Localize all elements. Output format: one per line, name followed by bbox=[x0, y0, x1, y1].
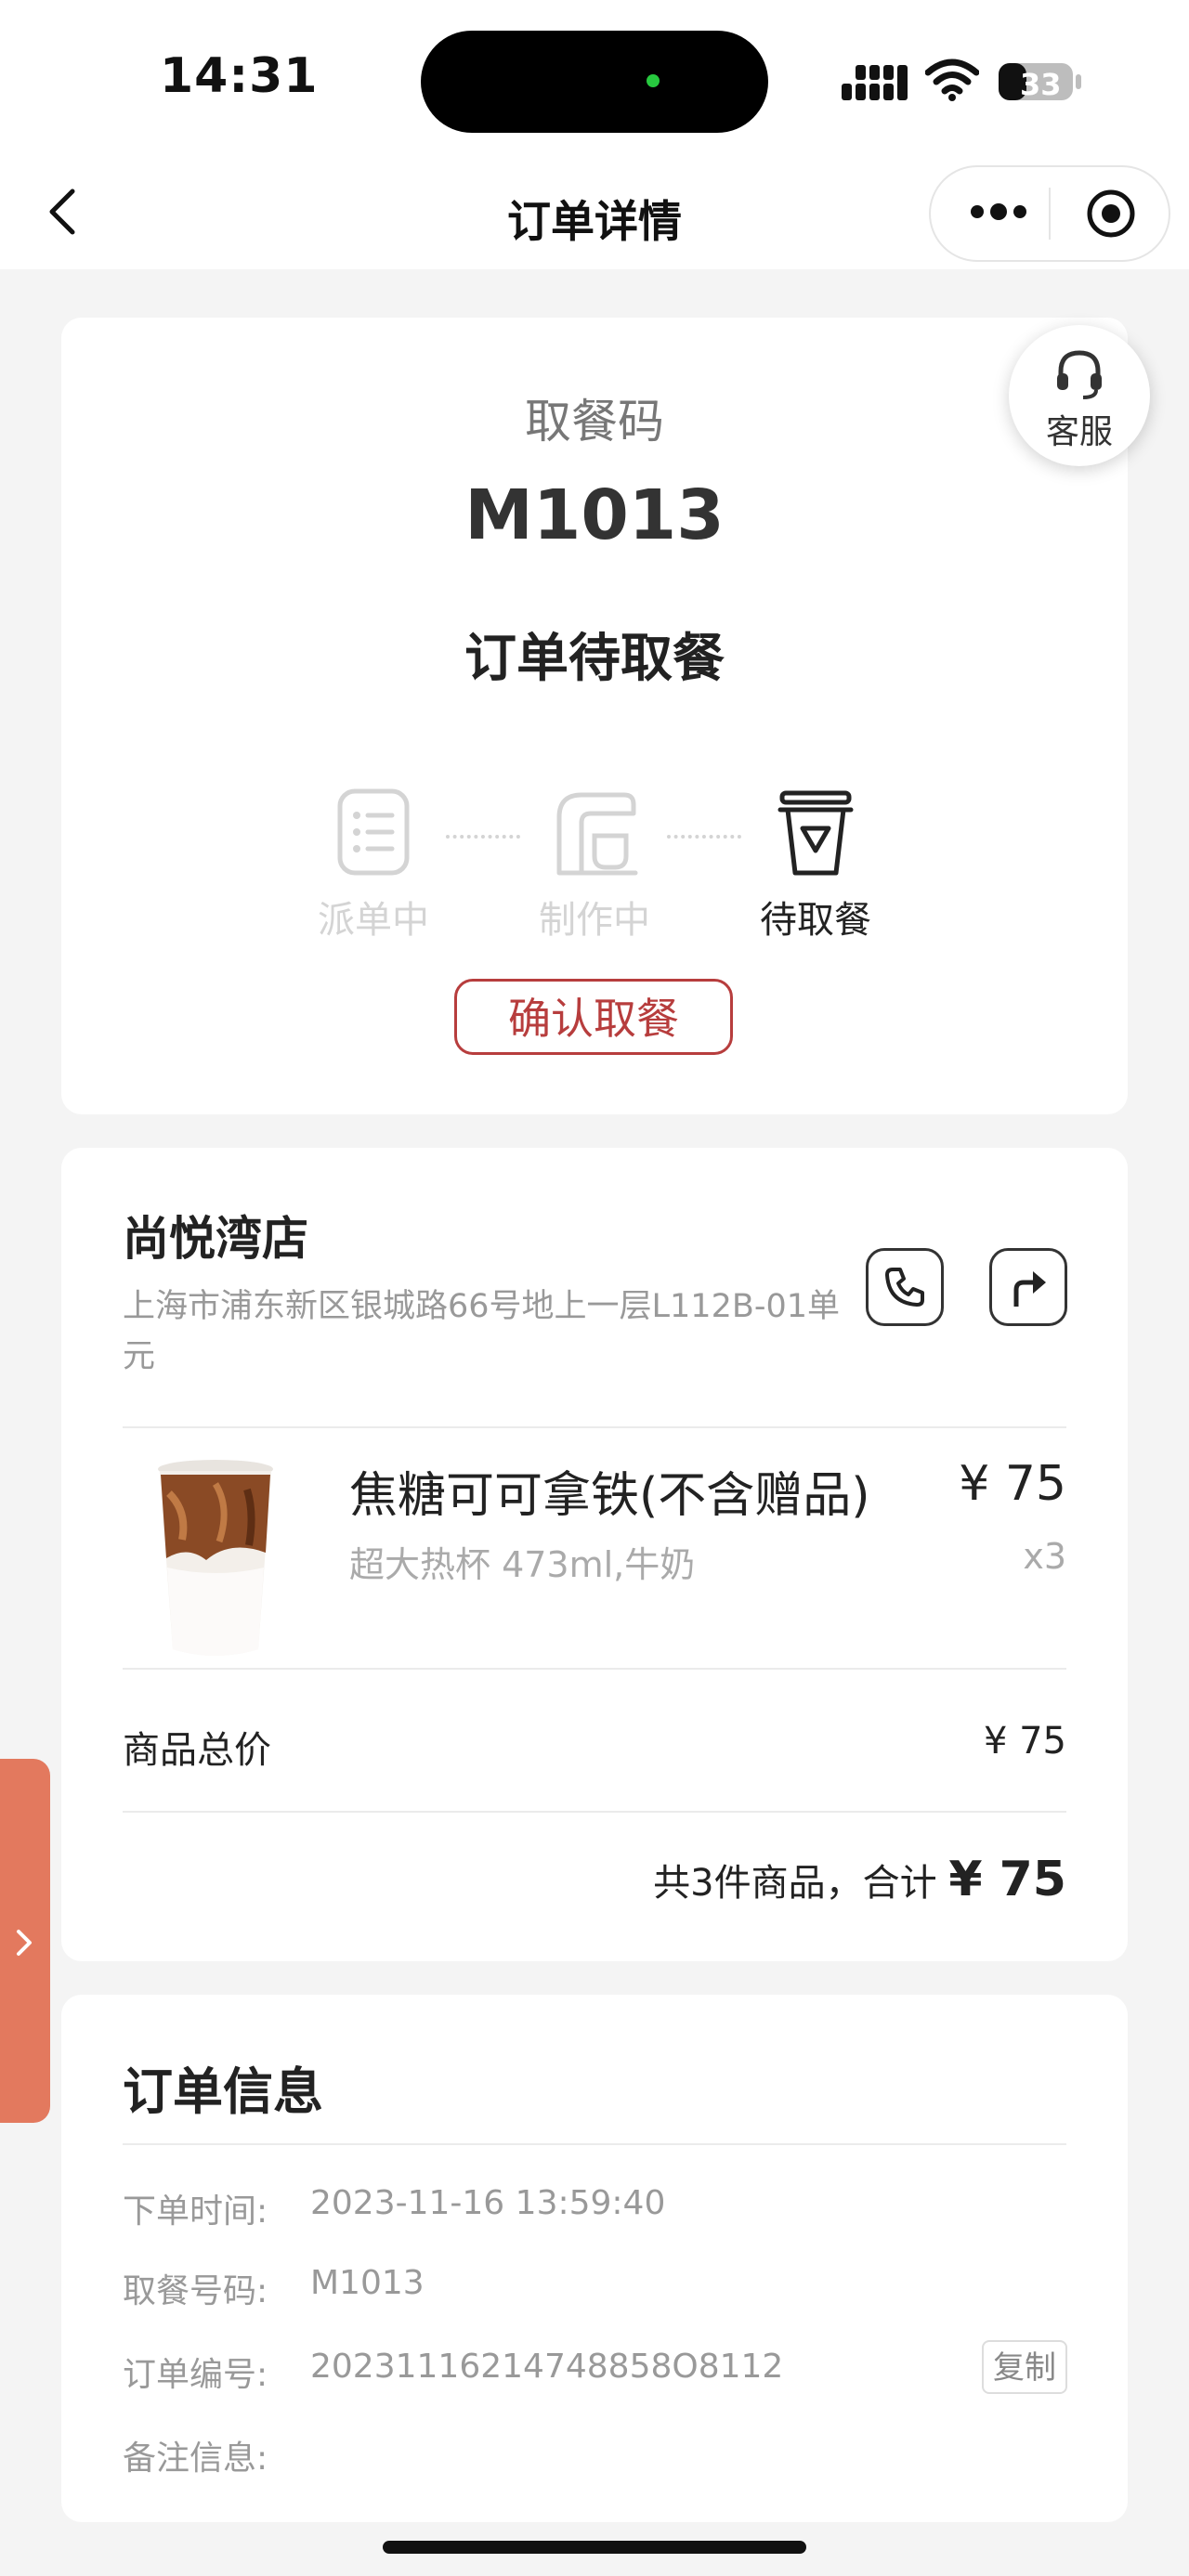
info-value: 20231116214748858O8112 bbox=[310, 2348, 784, 2386]
cellular-signal-icon bbox=[842, 65, 908, 100]
info-row-pickup-number: 取餐号码: M1013 bbox=[123, 2264, 425, 2312]
info-label: 取餐号码: bbox=[123, 2272, 268, 2310]
divider bbox=[123, 1668, 1066, 1670]
status-bar: 14:31 33 bbox=[0, 0, 1189, 158]
confirm-pickup-button[interactable]: 确认取餐 bbox=[454, 979, 733, 1055]
call-store-button[interactable] bbox=[866, 1248, 944, 1326]
pickup-code-label: 取餐码 bbox=[525, 395, 664, 449]
coffee-cup-icon bbox=[777, 790, 854, 876]
capsule-divider bbox=[1049, 188, 1051, 240]
step-ready: 待取餐 bbox=[723, 787, 908, 943]
divider bbox=[123, 1426, 1066, 1428]
battery-icon: 33 bbox=[998, 61, 1083, 102]
wifi-icon bbox=[925, 59, 979, 101]
directions-icon bbox=[1013, 1271, 1046, 1307]
side-drawer-tab[interactable] bbox=[0, 1759, 50, 2123]
step-making: 制作中 bbox=[502, 787, 687, 943]
pickup-code: M1013 bbox=[464, 475, 725, 555]
step-dispatching: 派单中 bbox=[281, 787, 466, 943]
info-value: 2023-11-16 13:59:40 bbox=[310, 2184, 666, 2222]
product-quantity: x3 bbox=[1023, 1536, 1066, 1577]
customer-service-button[interactable]: 客服 bbox=[1009, 325, 1150, 466]
info-label: 订单编号: bbox=[123, 2356, 268, 2394]
pickup-card: 取餐码 M1013 订单待取餐 派单中 制作中 待取餐 确认取餐 bbox=[61, 318, 1128, 1114]
close-miniprogram-icon[interactable] bbox=[1085, 188, 1137, 240]
order-status: 订单待取餐 bbox=[464, 629, 725, 689]
total-prefix: 共3件商品，合计 bbox=[653, 1862, 937, 1905]
battery-level: 33 bbox=[1020, 67, 1062, 102]
order-total: 共3件商品，合计 ¥ 75 bbox=[653, 1852, 1066, 1907]
mini-program-capsule bbox=[929, 165, 1170, 262]
info-value: M1013 bbox=[310, 2264, 425, 2302]
store-address: 上海市浦东新区银城路66号地上一层L112B-01单元 bbox=[123, 1288, 841, 1375]
subtotal-label: 商品总价 bbox=[123, 1729, 271, 1772]
coffee-machine-icon bbox=[556, 792, 638, 876]
info-row-order-time: 下单时间: 2023-11-16 13:59:40 bbox=[123, 2184, 665, 2232]
order-info-card: 订单信息 下单时间: 2023-11-16 13:59:40 取餐号码: M10… bbox=[61, 1995, 1128, 2522]
home-indicator bbox=[383, 2541, 806, 2554]
dynamic-island bbox=[421, 31, 768, 133]
navigate-store-button[interactable] bbox=[989, 1248, 1067, 1326]
order-info-title: 订单信息 bbox=[123, 2062, 323, 2121]
info-row-remarks: 备注信息: bbox=[123, 2431, 268, 2479]
camera-indicator-dot bbox=[647, 74, 660, 87]
customer-service-label: 客服 bbox=[1045, 413, 1113, 451]
step-label-making: 制作中 bbox=[539, 899, 650, 942]
store-name: 尚悦湾店 bbox=[123, 1212, 308, 1266]
step-label-ready: 待取餐 bbox=[760, 899, 871, 942]
info-label: 下单时间: bbox=[123, 2192, 268, 2231]
product-spec: 超大热杯 473ml,牛奶 bbox=[349, 1544, 696, 1585]
store-order-card: 尚悦湾店 上海市浦东新区银城路66号地上一层L112B-01单元 焦糖可可拿铁(… bbox=[61, 1148, 1128, 1961]
subtotal-value: ¥ 75 bbox=[983, 1720, 1066, 1763]
product-name: 焦糖可可拿铁(不含赠品) bbox=[349, 1468, 870, 1524]
nav-bar: 订单详情 bbox=[0, 158, 1189, 269]
back-chevron-icon[interactable] bbox=[41, 178, 82, 245]
more-options-icon[interactable] bbox=[966, 193, 1031, 230]
divider bbox=[123, 1811, 1066, 1813]
phone-icon bbox=[885, 1268, 924, 1307]
copy-order-number-button[interactable]: 复制 bbox=[982, 2340, 1067, 2394]
step-label-dispatching: 派单中 bbox=[318, 899, 429, 942]
order-list-icon bbox=[337, 788, 410, 876]
headset-icon bbox=[1057, 350, 1102, 399]
status-time: 14:31 bbox=[160, 48, 319, 104]
info-row-order-number: 订单编号: 20231116214748858O8112 bbox=[123, 2348, 783, 2396]
chevron-right-icon bbox=[17, 1930, 32, 1956]
total-amount: ¥ 75 bbox=[948, 1852, 1066, 1907]
product-price: ¥ 75 bbox=[959, 1456, 1066, 1512]
info-label: 备注信息: bbox=[123, 2439, 268, 2478]
divider bbox=[123, 2143, 1066, 2145]
product-image-iced-latte bbox=[158, 1460, 273, 1656]
